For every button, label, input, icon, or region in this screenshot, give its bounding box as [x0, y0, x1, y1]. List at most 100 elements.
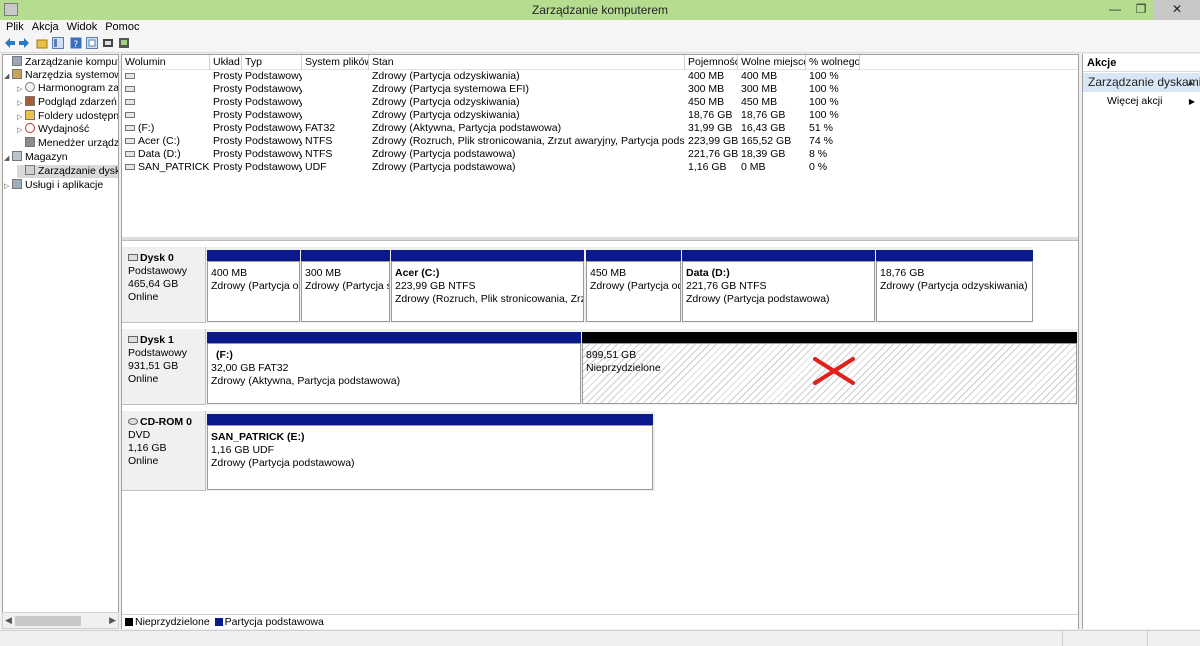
collapse-arrow-icon[interactable]: ▲ — [1186, 73, 1195, 92]
window-controls: — ❐ ✕ — [1102, 0, 1200, 20]
more-actions-item[interactable]: Więcej akcji ▶ — [1083, 94, 1200, 109]
tree-item-system-tools[interactable]: ◢ Narzędzia systemowe — [4, 69, 119, 83]
close-button[interactable]: ✕ — [1154, 0, 1200, 20]
tree-item-label: Usługi i aplikacje — [25, 179, 104, 191]
up-folder-icon[interactable] — [36, 37, 48, 49]
maximize-button[interactable]: ❐ — [1128, 0, 1154, 20]
performance-icon — [25, 123, 35, 133]
cell-volume: Acer (C:) — [122, 135, 210, 148]
cell-percent-free: 100 % — [809, 83, 839, 95]
partition-body: 450 MBZdrowy (Partycja odzyskiwania) — [586, 261, 681, 322]
cell-layout: Prosty — [213, 161, 242, 173]
help-icon[interactable]: ? — [70, 37, 82, 49]
back-arrow-icon[interactable] — [4, 37, 16, 49]
col-header-filesystem[interactable]: System plików — [302, 55, 369, 70]
tree-item-storage[interactable]: ◢ Magazyn — [4, 151, 68, 164]
cell-capacity: 221,76 GB — [688, 148, 738, 160]
col-header-type[interactable]: Typ — [242, 55, 302, 70]
cell-capacity: 450 MB — [688, 96, 725, 108]
menu-akcja[interactable]: Akcja — [28, 20, 63, 35]
tree-expander[interactable]: ▷ — [17, 97, 25, 110]
cell-capacity: 223,99 GB — [688, 135, 738, 147]
table-row[interactable]: Prosty Podstawowy Zdrowy (Partycja odzyski… — [122, 96, 1078, 109]
col-header-status[interactable]: Stan — [369, 55, 685, 70]
partition-tile[interactable]: 300 MBZdrowy (Partycja systemowa EFI) — [301, 250, 390, 322]
actions-section-disk-management[interactable]: Zarządzanie dyskami ▲ — [1083, 73, 1200, 92]
tree-item-performance[interactable]: ▷ Wydajność — [17, 123, 89, 136]
menu-pomoc[interactable]: Pomoc — [101, 20, 143, 35]
volume-icon — [125, 138, 135, 144]
cell-free-space: 16,43 GB — [741, 122, 786, 134]
properties-view-icon[interactable] — [86, 37, 98, 49]
partition-tile-f[interactable]: (F:) 32,00 GB FAT32 Zdrowy (Aktywna, Party… — [207, 332, 581, 404]
tree-expander[interactable]: ◢ — [4, 152, 12, 165]
table-row[interactable]: Prosty Podstawowy Zdrowy (Partycja odzyski… — [122, 70, 1078, 83]
tree-expander[interactable]: ▷ — [17, 83, 25, 96]
tree-item-computer-management[interactable]: Zarządzanie komputerem — [4, 56, 118, 69]
partition-tile-data-d[interactable]: Data (D:) 221,76 GB NTFS Zdrowy (Partycja … — [682, 250, 875, 322]
cdrom-0-info[interactable]: CD-ROM 0 DVD 1,16 GB Online — [122, 411, 206, 491]
scrollbar-thumb[interactable] — [15, 616, 81, 626]
table-row[interactable]: Prosty Podstawowy Zdrowy (Partycja odzyski… — [122, 109, 1078, 122]
col-header-capacity[interactable]: Pojemność — [685, 55, 738, 70]
volume-icon — [125, 151, 135, 157]
primary-partition-bar — [301, 250, 390, 261]
storage-icon — [12, 151, 22, 161]
cell-layout: Prosty — [213, 109, 242, 121]
hard-disk-icon — [128, 254, 138, 261]
unallocated-space-tile[interactable]: 899,51 GB Nieprzydzielone — [582, 332, 1077, 404]
legend-label: Partycja podstawowa — [224, 616, 324, 628]
tree-expander[interactable]: ▷ — [4, 180, 12, 193]
table-row[interactable]: Prosty Podstawowy Zdrowy (Partycja systemo… — [122, 83, 1078, 96]
table-row[interactable]: Data (D:) Prosty Podstawowy NTFS Zdrowy (Par… — [122, 148, 1078, 161]
table-row[interactable]: (F:) Prosty Podstawowy FAT32 Zdrowy (Aktywna… — [122, 122, 1078, 135]
tree-item-event-viewer[interactable]: ▷ Podgląd zdarzeń — [17, 96, 117, 109]
connect-icon[interactable] — [102, 37, 114, 49]
table-row[interactable]: SAN_PATRICK (E:)ProstyPodstawowyUDF Zdrow… — [122, 161, 1078, 174]
scroll-left-icon[interactable]: ◀ — [5, 615, 12, 626]
partition-tile[interactable]: 400 MBZdrowy (Partycja odzyskiwania) — [207, 250, 300, 322]
show-hide-tree-icon[interactable] — [52, 37, 64, 49]
tree-item-services-apps[interactable]: ▷ Usługi i aplikacje — [4, 179, 103, 192]
volume-icon — [125, 164, 135, 170]
table-row[interactable]: Acer (C:) Prosty Podstawowy NTFS Zdrowy (Roz… — [122, 135, 1078, 148]
partition-tile[interactable]: 18,76 GB Zdrowy (Partycja odzyskiwania) — [876, 250, 1033, 322]
tree-horizontal-scrollbar[interactable]: ◀ ▶ — [2, 612, 119, 629]
col-header-layout[interactable]: Układ — [210, 55, 242, 70]
partition-tile[interactable]: 450 MBZdrowy (Partycja odzyskiwania) — [586, 250, 681, 322]
unallocated-swatch — [125, 618, 133, 626]
tree-item-label: Podgląd zdarzeń — [38, 96, 117, 108]
tree-expander[interactable]: ▷ — [17, 124, 25, 137]
cell-type: Podstawowy — [245, 70, 302, 82]
tree-item-shared-folders[interactable]: ▷Foldery udostępnione — [17, 110, 118, 123]
actions-header: Akcje — [1083, 54, 1200, 72]
disk-0-row: Dysk 0 Podstawowy 465,64 GB Online 400 M… — [122, 247, 1033, 323]
tree-item-disk-management[interactable]: Zarządzanie dyskami — [17, 165, 118, 178]
tree-item-device-manager[interactable]: Menedżer urządzeń — [17, 137, 118, 150]
cell-volume — [122, 70, 210, 83]
partition-status: Zdrowy (Partycja odzyskiwania) — [211, 280, 299, 292]
col-header-volume[interactable]: Wolumin — [122, 55, 210, 70]
menu-plik[interactable]: Plik — [0, 20, 28, 35]
disk-1-info[interactable]: Dysk 1 Podstawowy 931,51 GB Online — [122, 329, 206, 405]
col-header-free-space[interactable]: Wolne miejsce — [738, 55, 806, 70]
tree-item-task-scheduler[interactable]: ▷ Harmonogram zadań — [17, 82, 118, 96]
volume-icon — [125, 112, 135, 118]
partition-tile-acer-c[interactable]: Acer (C:) 223,99 GB NTFS Zdrowy (Rozruch, … — [391, 250, 584, 322]
disk-0-info[interactable]: Dysk 0 Podstawowy 465,64 GB Online — [122, 247, 206, 323]
menu-widok[interactable]: Widok — [63, 20, 102, 35]
red-x-mark-icon — [813, 357, 855, 385]
tree-expander[interactable]: ◢ — [4, 70, 12, 83]
menu-bar: Plik Akcja Widok Pomoc — [0, 20, 1200, 35]
scroll-right-icon[interactable]: ▶ — [109, 615, 116, 626]
tree-item-label: Narzędzia systemowe — [25, 69, 119, 81]
partition-title: SAN_PATRICK (E:) — [211, 431, 305, 443]
forward-arrow-icon[interactable] — [18, 37, 30, 49]
actions-pane: Akcje Zarządzanie dyskami ▲ Więcej akcji ▶ — [1082, 54, 1200, 629]
cell-filesystem — [302, 70, 369, 83]
disk-properties-icon[interactable] — [118, 37, 130, 49]
cell-type: Podstawowy — [245, 122, 302, 134]
minimize-button[interactable]: — — [1102, 0, 1128, 20]
col-header-percent-free[interactable]: % wolnego — [806, 55, 860, 70]
partition-tile-san-patrick[interactable]: SAN_PATRICK (E:) 1,16 GB UDF Zdrowy (Party… — [207, 414, 653, 490]
